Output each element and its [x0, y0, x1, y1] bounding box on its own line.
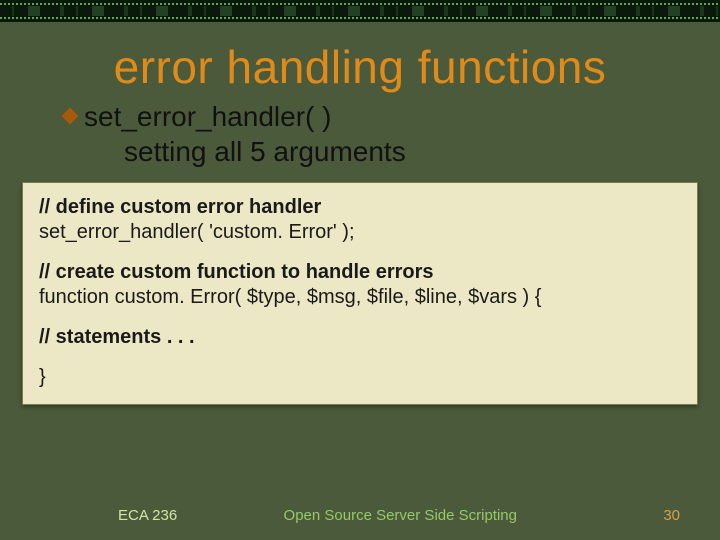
code-comment-2: // create custom function to handle erro…	[39, 260, 681, 286]
bullet-block: set_error_handler( ) setting all 5 argum…	[0, 100, 720, 168]
code-comment-1: // define custom error handler	[39, 195, 681, 221]
slide-title: error handling functions	[0, 40, 720, 94]
diamond-bullet-icon	[62, 108, 79, 125]
footer: ECA 236 Open Source Server Side Scriptin…	[0, 507, 720, 524]
footer-page-number: 30	[663, 507, 680, 524]
bullet-main-text: set_error_handler( )	[84, 100, 674, 134]
bullet-sub-text: setting all 5 arguments	[124, 136, 674, 168]
code-line-1: set_error_handler( 'custom. Error' );	[39, 220, 681, 246]
code-box: // define custom error handler set_error…	[22, 182, 698, 406]
code-block-2: // create custom function to handle erro…	[39, 260, 681, 311]
decorative-top-band	[0, 0, 720, 22]
code-block-1: // define custom error handler set_error…	[39, 195, 681, 246]
code-block-3: // statements . . .	[39, 325, 681, 351]
footer-subtitle: Open Source Server Side Scripting	[137, 507, 663, 524]
code-comment-3: // statements . . .	[39, 326, 195, 348]
code-block-4: }	[39, 365, 681, 391]
code-line-2: function custom. Error( $type, $msg, $fi…	[39, 285, 681, 311]
code-line-4: }	[39, 366, 46, 388]
bullet-main-row: set_error_handler( )	[64, 100, 674, 134]
